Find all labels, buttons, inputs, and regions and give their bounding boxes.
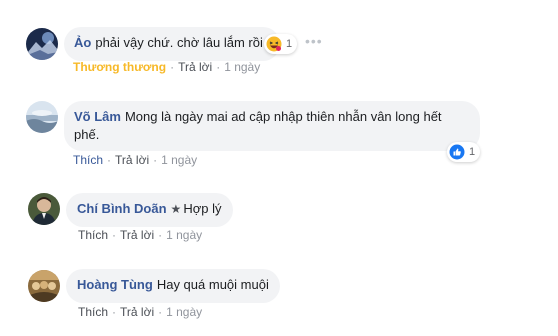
reply-link[interactable]: Trả lời [120,228,154,242]
reaction-count-pill[interactable]: 1 [447,142,481,162]
timestamp[interactable]: 1 ngày [166,228,202,242]
like-link[interactable]: Thích [73,153,103,167]
timestamp[interactable]: 1 ngày [161,153,197,167]
comment-actions: Thích · Trả lời · 1 ngày [78,228,203,242]
reaction-count-pill[interactable]: 1 [264,34,298,54]
comment-text: Mong là ngày mai ad cập nhập thiên nhẫn … [124,109,442,124]
comment-bubble: Hoàng Tùng Hay quá muội muội [66,269,280,303]
like-link[interactable]: Thích [78,228,108,242]
comment-actions: Thích · Trả lời · 1 ngày [73,153,198,167]
star-icon: ★ [170,202,182,216]
comment-text: Hợp lý [183,201,222,216]
comment-actions: Thích · Trả lời · 1 ngày [78,305,203,319]
reply-link[interactable]: Trả lời [178,60,212,74]
comment-text: phải vậy chứ. chờ lâu lắm rồi [95,35,263,50]
tag-link[interactable]: Thương thương [73,60,166,74]
haha-emoji-icon [266,36,282,52]
like-link[interactable]: Thích [78,305,108,319]
comment-author[interactable]: Chí Bình Doãn [77,201,167,216]
comment-author[interactable]: Võ Lâm [74,109,121,124]
comment-bubble: Ảo phải vậy chứ. chờ lâu lắm rồi [64,27,280,61]
comment-bubble: Chí Bình Doãn ★ Hợp lý [66,193,233,227]
avatar[interactable] [26,28,58,60]
comment-bubble: Võ Lâm Mong là ngày mai ad cập nhập thiên… [64,101,480,151]
avatar-image [26,28,58,60]
timestamp[interactable]: 1 ngày [224,60,260,74]
reaction-count: 1 [286,38,293,50]
reply-link[interactable]: Trả lời [115,153,149,167]
comment-text-continued: phế. [74,127,100,142]
comment-text: Hay quá muội muội [156,277,269,292]
comment-author[interactable]: Ảo [74,35,91,50]
avatar[interactable] [26,101,58,133]
reply-link[interactable]: Trả lời [120,305,154,319]
reaction-count: 1 [469,146,476,158]
avatar-image [26,101,58,133]
avatar[interactable] [28,193,60,225]
like-thumb-icon [449,144,465,160]
timestamp[interactable]: 1 ngày [166,305,202,319]
avatar-image [28,193,60,225]
avatar-image [28,270,60,302]
more-options-icon[interactable]: ••• [305,33,323,49]
comment-actions: Thương thương · Trả lời · 1 ngày [73,60,261,74]
avatar[interactable] [28,270,60,302]
comment-author[interactable]: Hoàng Tùng [77,277,153,292]
